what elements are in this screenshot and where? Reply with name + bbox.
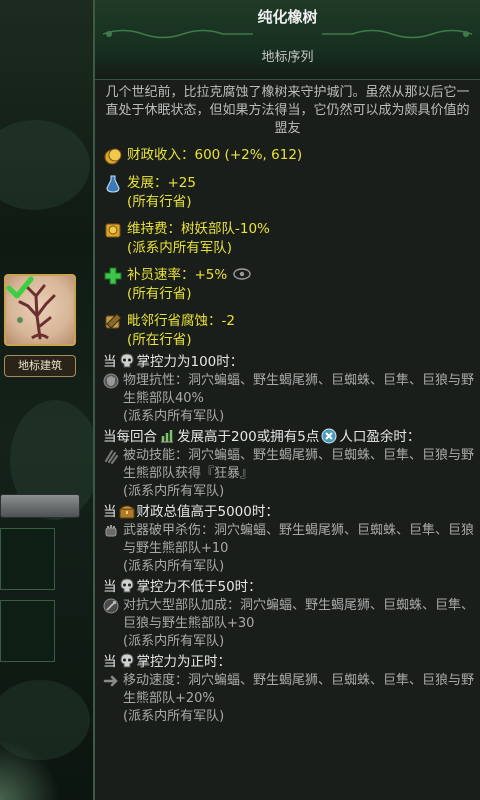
tooltip-panel: 纯化橡树 地标序列 几个世纪前，比拉克腐蚀了橡树来守护城门。虽然从那以后它一直处…: [93, 0, 480, 800]
background-slot: [0, 528, 55, 590]
ornament-left-icon: [103, 29, 253, 39]
landmark-building-label: 地标建筑: [4, 355, 76, 377]
upkeep-scope: (派系内所有军队): [127, 240, 233, 256]
upkeep-stat: 维持费：树妖部队-10%: [127, 221, 270, 237]
condition-effect: 武器破甲杀伤：洞穴蝙蝠、野生蝎尾狮、巨蜘蛛、巨隼、巨狼与野生熊部队+10 (派系…: [95, 522, 480, 576]
checkmark-icon: [6, 276, 34, 299]
development-potion-icon: [106, 175, 120, 193]
condition-effect: 物理抗性：洞穴蝙蝠、野生蝎尾狮、巨蜘蛛、巨隼、巨狼与野生熊部队40% (派系内所…: [95, 372, 480, 426]
background-bar: [0, 494, 80, 518]
shield-effect-icon: [103, 373, 119, 389]
condition-header: 当掌控力为正时：: [103, 653, 231, 670]
claw-effect-icon: [105, 450, 118, 464]
condition-header: 当每回合 发展高于200或拥有5点 人口盈余时：: [103, 428, 421, 445]
replenishment-stat: 补员速率：+5%: [127, 266, 474, 285]
condition-header: 当掌控力不低于50时：: [103, 578, 262, 595]
upkeep-coins-icon: [105, 223, 121, 238]
building-description: 几个世纪前，比拉克腐蚀了橡树来守护城门。虽然从那以后它一直处于休眠状态，但如果方…: [105, 85, 470, 136]
game-background: 地标建筑: [0, 0, 95, 800]
x-badge-icon: [321, 428, 337, 444]
stat-row: 维持费：树妖部队-10% (派系内所有军队): [95, 220, 480, 258]
condition-effect: 被动技能：洞穴蝙蝠、野生蝎尾狮、巨蜘蛛、巨隼、巨狼与野生熊部队获得『狂暴』 (派…: [95, 447, 480, 501]
stat-row: 毗邻行省腐蚀：-2 (所在行省): [95, 312, 480, 350]
building-title: 纯化橡树: [257, 8, 318, 26]
condition-header: 当掌控力为100时：: [103, 353, 244, 370]
income-stat: 财政收入：600 (+2%, 612): [127, 147, 303, 163]
corruption-stat: 毗邻行省腐蚀：-2: [127, 313, 235, 329]
stat-row: 财政收入：600 (+2%, 612): [95, 146, 480, 170]
arrow-effect-icon: [103, 675, 118, 687]
ornament-right-icon: [322, 29, 472, 39]
gold-coins-icon: [104, 148, 122, 165]
landmark-building-card[interactable]: [4, 274, 76, 346]
background-corner: [0, 740, 60, 800]
condition-effect: 移动速度：洞穴蝙蝠、野生蝎尾狮、巨蜘蛛、巨隼、巨狼与野生熊部队+20% (派系内…: [95, 672, 480, 726]
replenishment-scope: (所有行省): [127, 286, 192, 302]
skull-icon: [119, 578, 134, 593]
condition-effect: 对抗大型部队加成：洞穴蝙蝠、野生蝎尾狮、巨蜘蛛、巨隼、巨狼与野生熊部队+30 (…: [95, 597, 480, 651]
stat-row: 发展：+25 (所有行省): [95, 174, 480, 212]
treasure-chest-icon: [118, 505, 135, 519]
growth-icon: [161, 430, 173, 443]
tooltip-header: 纯化橡树 地标序列: [95, 0, 480, 80]
eye-icon[interactable]: [233, 268, 251, 280]
corruption-scope: (所在行省): [127, 332, 192, 348]
development-scope: (所有行省): [127, 194, 192, 210]
skull-icon: [119, 653, 134, 668]
sword-effect-icon: [103, 598, 119, 614]
development-stat: 发展：+25: [127, 175, 196, 191]
skull-icon: [119, 353, 134, 368]
condition-header: 当财政总值高于5000时：: [103, 504, 279, 520]
green-plus-icon: [104, 267, 122, 285]
building-chain-label: 地标序列: [261, 50, 314, 65]
stat-row: 补员速率：+5% (所有行省): [95, 266, 480, 304]
background-slot: [0, 600, 55, 662]
corruption-scroll-icon: [105, 313, 122, 329]
fist-effect-icon: [105, 525, 117, 537]
